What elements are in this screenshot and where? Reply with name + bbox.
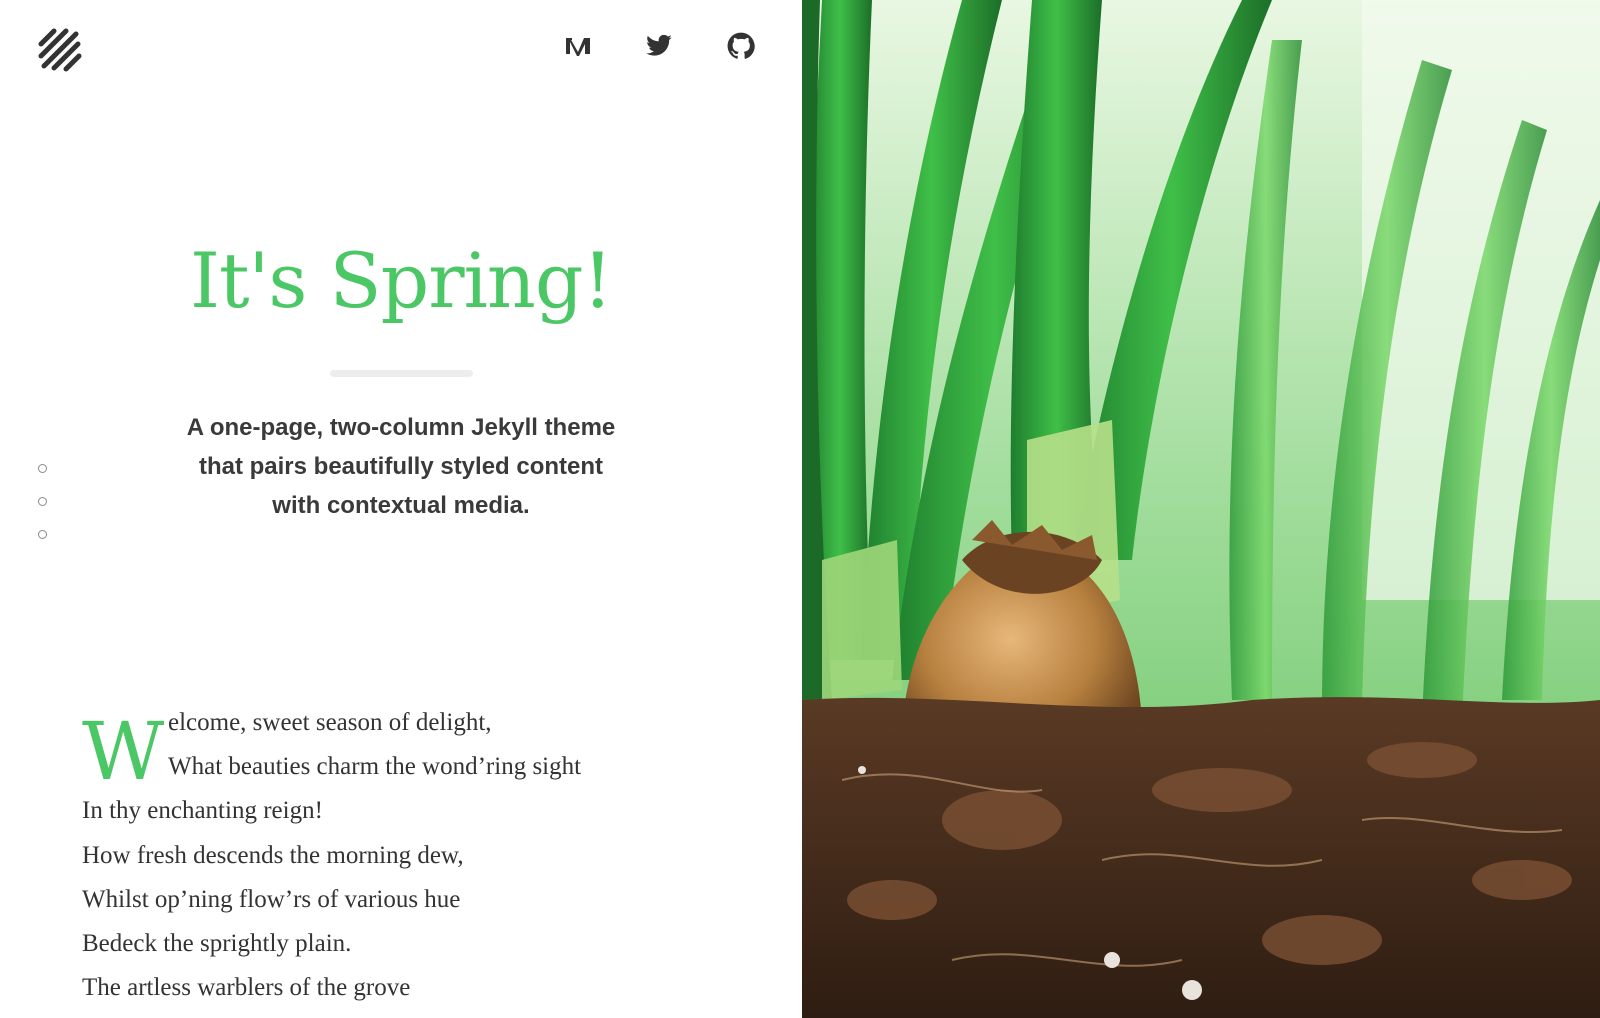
section-dot-2[interactable]: [38, 497, 47, 506]
subtitle: A one-page, two-column Jekyll theme that…: [150, 408, 652, 525]
section-nav-dots: [38, 464, 47, 563]
poem-line: Bedeck the sprightly plain.: [82, 930, 352, 957]
page-title: It's Spring!: [189, 236, 613, 325]
section-dot-3[interactable]: [38, 530, 47, 539]
diagonal-stripes-logo-icon[interactable]: [36, 26, 86, 76]
section-dot-1[interactable]: [38, 464, 47, 473]
poem-line: elcome, sweet season of delight,: [168, 709, 492, 736]
poem-line: The artless warblers of the grove: [82, 974, 411, 1001]
media-column: [802, 0, 1600, 1018]
poem-line: How fresh descends the morning dew,: [82, 842, 464, 869]
medium-icon[interactable]: [564, 32, 592, 60]
title-divider: [330, 370, 473, 377]
twitter-icon[interactable]: [645, 32, 673, 60]
subtitle-line: with contextual media.: [272, 492, 530, 519]
content-column: It's Spring! A one-page, two-column Jeky…: [0, 0, 802, 1018]
spring-bulb-photo: [802, 0, 1600, 1018]
github-icon[interactable]: [727, 32, 755, 60]
subtitle-line: A one-page, two-column Jekyll theme: [186, 414, 616, 441]
poem-line: In thy enchanting reign!: [82, 797, 323, 824]
poem-line: What beauties charm the wond’ring sight: [168, 753, 582, 780]
poem-line: Whilst op’ning flow’rs of various hue: [82, 886, 461, 913]
drop-cap: W: [82, 705, 165, 798]
subtitle-line: that pairs beautifully styled content: [198, 453, 604, 480]
